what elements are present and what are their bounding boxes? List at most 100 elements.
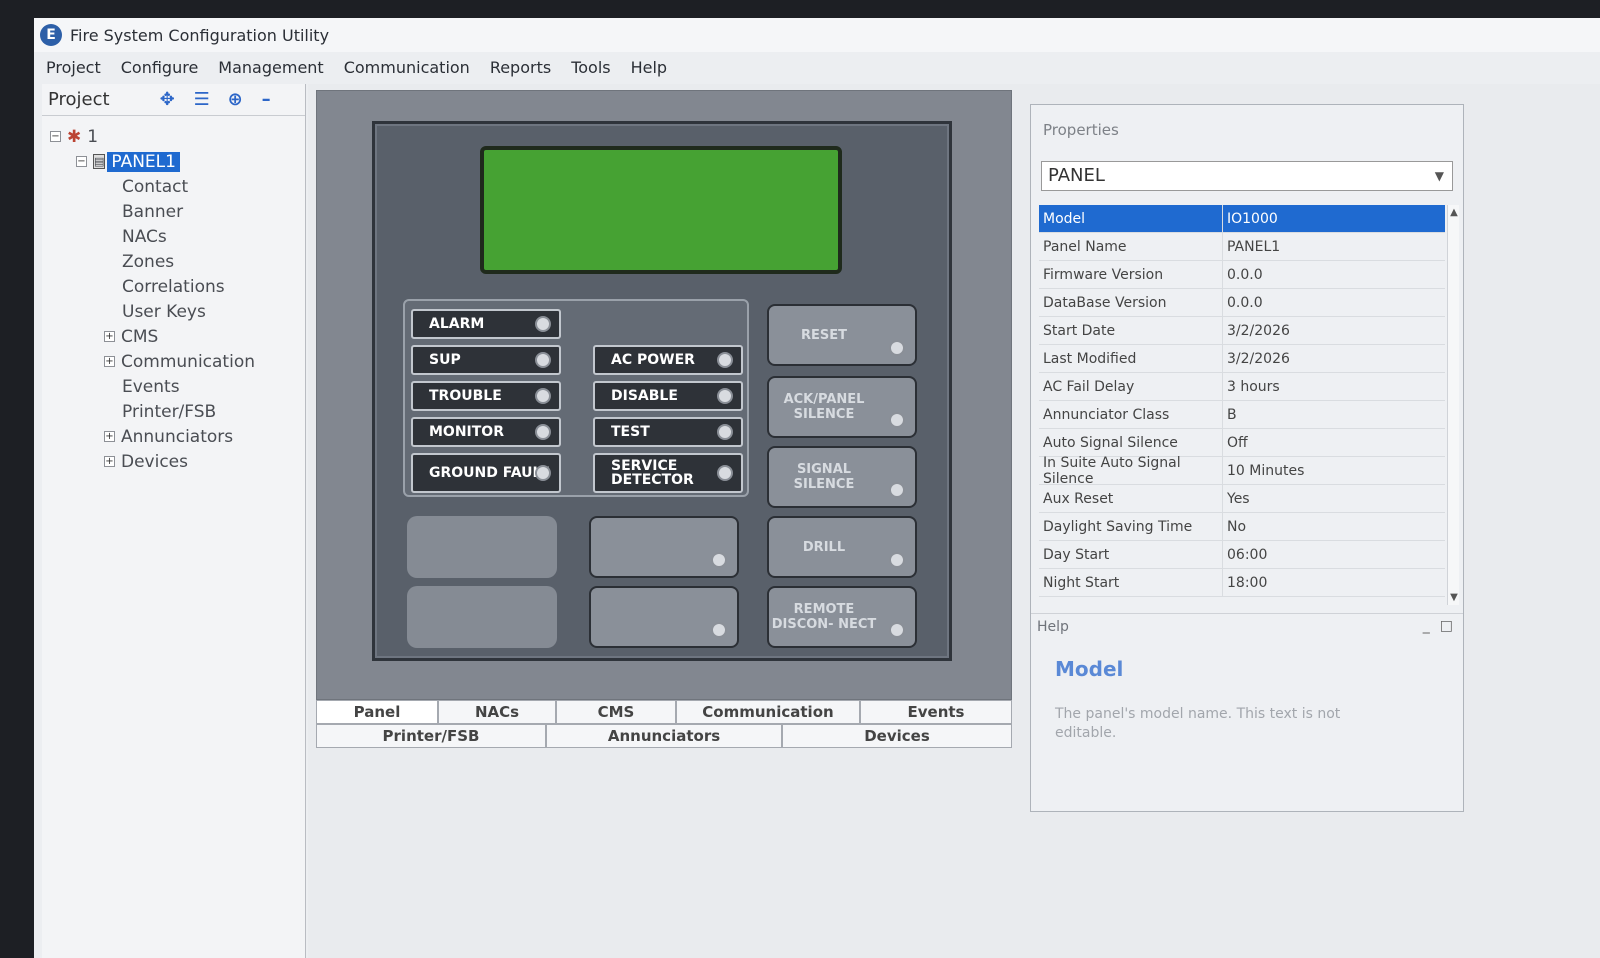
tree-item[interactable]: Events	[42, 374, 305, 399]
property-value[interactable]: 3/2/2026	[1223, 345, 1445, 372]
ack-panel-silence-button[interactable]: ACK/PANEL SILENCE	[767, 376, 917, 438]
property-value[interactable]: 10 Minutes	[1223, 457, 1445, 484]
property-row[interactable]: Start Date 3/2/2026	[1039, 317, 1445, 345]
property-grid: Model IO1000 Panel Name PANEL1 Firmware Vers…	[1039, 205, 1445, 605]
tree-item[interactable]: Contact	[42, 174, 305, 199]
tree-item[interactable]: + Annunciators	[42, 424, 305, 449]
property-row[interactable]: Panel Name PANEL1	[1039, 233, 1445, 261]
signal-silence-button[interactable]: SIGNAL SILENCE	[767, 446, 917, 508]
collapse-icon[interactable]: −	[76, 156, 87, 167]
tab-cms[interactable]: CMS	[556, 700, 676, 724]
tab-communication[interactable]: Communication	[676, 700, 860, 724]
property-row[interactable]: DataBase Version 0.0.0	[1039, 289, 1445, 317]
indicator-monitor: MONITOR	[411, 417, 561, 447]
indicator-label: GROUND FAULT	[429, 465, 549, 481]
scroll-down-icon[interactable]: ▼	[1448, 592, 1460, 603]
tab-printer-fsb[interactable]: Printer/FSB	[316, 724, 546, 748]
expand-icon[interactable]: +	[104, 431, 115, 442]
tree-item[interactable]: + Communication	[42, 349, 305, 374]
remote-disconnect-button[interactable]: REMOTE DISCON- NECT	[767, 586, 917, 648]
led-icon	[535, 465, 551, 481]
scroll-up-icon[interactable]: ▲	[1448, 207, 1460, 218]
property-row[interactable]: Day Start 06:00	[1039, 541, 1445, 569]
property-row[interactable]: AC Fail Delay 3 hours	[1039, 373, 1445, 401]
object-selector[interactable]: PANEL ▼	[1041, 161, 1453, 191]
maximize-icon[interactable]: □	[1440, 618, 1453, 634]
expand-icon[interactable]: +	[104, 331, 115, 342]
tab-devices[interactable]: Devices	[782, 724, 1012, 748]
property-value[interactable]: B	[1223, 401, 1445, 428]
expand-tree-icon[interactable]: ☰	[194, 89, 218, 110]
property-value[interactable]: 06:00	[1223, 541, 1445, 568]
tree-root[interactable]: − ✱ 1	[42, 124, 305, 149]
tree-item[interactable]: Printer/FSB	[42, 399, 305, 424]
indicator-label: SUP	[429, 352, 461, 368]
property-value[interactable]: PANEL1	[1223, 233, 1445, 260]
property-value[interactable]: 0.0.0	[1223, 289, 1445, 316]
tab-events[interactable]: Events	[860, 700, 1012, 724]
indicator-sup: SUP	[411, 345, 561, 375]
property-value[interactable]: IO1000	[1223, 205, 1445, 232]
help-title: Model	[1055, 657, 1124, 681]
blank-key-1[interactable]	[589, 516, 739, 578]
property-value[interactable]: No	[1223, 513, 1445, 540]
tree-item[interactable]: Zones	[42, 249, 305, 274]
tree-item[interactable]: NACs	[42, 224, 305, 249]
property-value[interactable]: 18:00	[1223, 569, 1445, 596]
tab-panel[interactable]: Panel	[316, 700, 438, 724]
add-item-icon[interactable]: ✥	[160, 89, 184, 110]
menu-communication[interactable]: Communication	[344, 58, 470, 77]
property-row[interactable]: Annunciator Class B	[1039, 401, 1445, 429]
property-row[interactable]: Daylight Saving Time No	[1039, 513, 1445, 541]
property-value[interactable]: 0.0.0	[1223, 261, 1445, 288]
collapse-tree-icon[interactable]: –	[262, 89, 286, 110]
reset-button[interactable]: RESET	[767, 304, 917, 366]
indicator-label: TROUBLE	[429, 388, 502, 404]
menu-project[interactable]: Project	[46, 58, 101, 77]
tree-item[interactable]: + Devices	[42, 449, 305, 474]
led-icon	[889, 552, 905, 568]
minimize-icon[interactable]: _	[1423, 618, 1430, 634]
menu-help[interactable]: Help	[631, 58, 667, 77]
tab-annunciators[interactable]: Annunciators	[546, 724, 782, 748]
expand-icon[interactable]: +	[104, 356, 115, 367]
property-row[interactable]: In Suite Auto Signal Silence 10 Minutes	[1039, 455, 1445, 487]
property-row[interactable]: Night Start 18:00	[1039, 569, 1445, 597]
drill-button[interactable]: DRILL	[767, 516, 917, 578]
menu-management[interactable]: Management	[218, 58, 323, 77]
project-toolbar: ✥ ☰ ⊕ –	[160, 89, 286, 110]
properties-title: Properties	[1043, 121, 1119, 139]
tree-panel[interactable]: − ▤ PANEL1	[42, 149, 305, 174]
blank-key-2[interactable]	[589, 586, 739, 648]
property-key: Annunciator Class	[1039, 401, 1223, 428]
expand-icon[interactable]: +	[104, 456, 115, 467]
tree-item[interactable]: Banner	[42, 199, 305, 224]
project-header: Project ✥ ☰ ⊕ –	[42, 84, 305, 116]
menu-configure[interactable]: Configure	[121, 58, 199, 77]
menu-tools[interactable]: Tools	[571, 58, 610, 77]
property-scrollbar[interactable]: ▲ ▼	[1447, 205, 1459, 605]
led-icon	[717, 388, 733, 404]
tree-item-label: NACs	[122, 226, 167, 247]
property-value[interactable]: 3 hours	[1223, 373, 1445, 400]
property-row[interactable]: Aux Reset Yes	[1039, 485, 1445, 513]
property-key: Last Modified	[1039, 345, 1223, 372]
property-row[interactable]: Model IO1000	[1039, 205, 1445, 233]
tree-item[interactable]: User Keys	[42, 299, 305, 324]
property-row[interactable]: Last Modified 3/2/2026	[1039, 345, 1445, 373]
property-row[interactable]: Auto Signal Silence Off	[1039, 429, 1445, 457]
collapse-icon[interactable]: −	[50, 131, 61, 142]
tab-nacs[interactable]: NACs	[438, 700, 556, 724]
tree-item-label: Correlations	[122, 276, 225, 297]
property-row[interactable]: Firmware Version 0.0.0	[1039, 261, 1445, 289]
property-value[interactable]: 3/2/2026	[1223, 317, 1445, 344]
tree-item[interactable]: Correlations	[42, 274, 305, 299]
tree-item[interactable]: + CMS	[42, 324, 305, 349]
property-value[interactable]: Yes	[1223, 485, 1445, 512]
menu-reports[interactable]: Reports	[490, 58, 551, 77]
led-icon	[535, 352, 551, 368]
add-node-icon[interactable]: ⊕	[228, 89, 252, 110]
property-value[interactable]: Off	[1223, 429, 1445, 456]
property-key: Panel Name	[1039, 233, 1223, 260]
chevron-down-icon[interactable]: ▼	[1435, 162, 1444, 190]
